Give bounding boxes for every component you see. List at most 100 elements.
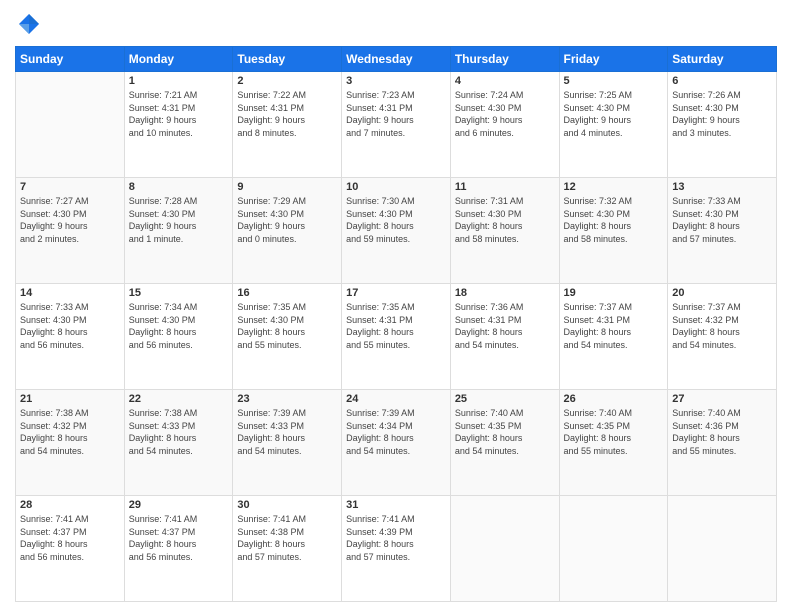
day-number: 26 bbox=[564, 393, 664, 405]
calendar-week-row-4: 21 Sunrise: 7:38 AM Sunset: 4:32 PM Dayli… bbox=[16, 390, 777, 496]
day-info: Sunrise: 7:33 AM Sunset: 4:30 PM Dayligh… bbox=[672, 195, 772, 245]
day-info: Sunrise: 7:35 AM Sunset: 4:30 PM Dayligh… bbox=[237, 301, 337, 351]
day-info: Sunrise: 7:21 AM Sunset: 4:31 PM Dayligh… bbox=[129, 89, 229, 139]
calendar-week-row-5: 28 Sunrise: 7:41 AM Sunset: 4:37 PM Dayli… bbox=[16, 496, 777, 602]
day-number: 7 bbox=[20, 181, 120, 193]
calendar-cell: 17Sunrise: 7:35 AM Sunset: 4:31 PM Dayli… bbox=[342, 284, 451, 390]
day-info: Sunrise: 7:39 AM Sunset: 4:33 PM Dayligh… bbox=[237, 407, 337, 457]
day-number: 27 bbox=[672, 393, 772, 405]
calendar-cell: 20 Sunrise: 7:37 AM Sunset: 4:32 PM Dayli… bbox=[668, 284, 777, 390]
calendar-cell: 15 Sunrise: 7:34 AM Sunset: 4:30 PM Dayli… bbox=[124, 284, 233, 390]
calendar-cell: 4 Sunrise: 7:24 AM Sunset: 4:30 PM Daylig… bbox=[450, 72, 559, 178]
day-number: 5 bbox=[564, 75, 664, 87]
weekday-header-tuesday: Tuesday bbox=[233, 47, 342, 72]
logo-icon bbox=[15, 10, 43, 38]
calendar-cell: 19Sunrise: 7:37 AM Sunset: 4:31 PM Dayli… bbox=[559, 284, 668, 390]
day-info: Sunrise: 7:22 AM Sunset: 4:31 PM Dayligh… bbox=[237, 89, 337, 139]
day-number: 2 bbox=[237, 75, 337, 87]
day-info: Sunrise: 7:37 AM Sunset: 4:32 PM Dayligh… bbox=[672, 301, 772, 351]
day-number: 15 bbox=[129, 287, 229, 299]
weekday-header-row: SundayMondayTuesdayWednesdayThursdayFrid… bbox=[16, 47, 777, 72]
day-info: Sunrise: 7:40 AM Sunset: 4:35 PM Dayligh… bbox=[564, 407, 664, 457]
day-number: 4 bbox=[455, 75, 555, 87]
weekday-header-friday: Friday bbox=[559, 47, 668, 72]
calendar-cell: 2 Sunrise: 7:22 AM Sunset: 4:31 PM Daylig… bbox=[233, 72, 342, 178]
day-number: 18 bbox=[455, 287, 555, 299]
calendar-cell: 1Sunrise: 7:21 AM Sunset: 4:31 PM Daylig… bbox=[124, 72, 233, 178]
calendar-cell: 9 Sunrise: 7:29 AM Sunset: 4:30 PM Daylig… bbox=[233, 178, 342, 284]
day-info: Sunrise: 7:41 AM Sunset: 4:39 PM Dayligh… bbox=[346, 513, 446, 563]
day-number: 6 bbox=[672, 75, 772, 87]
calendar-cell: 21 Sunrise: 7:38 AM Sunset: 4:32 PM Dayli… bbox=[16, 390, 125, 496]
logo bbox=[15, 10, 47, 38]
weekday-header-saturday: Saturday bbox=[668, 47, 777, 72]
calendar-week-row-2: 7 Sunrise: 7:27 AM Sunset: 4:30 PM Daylig… bbox=[16, 178, 777, 284]
calendar-cell: 5Sunrise: 7:25 AM Sunset: 4:30 PM Daylig… bbox=[559, 72, 668, 178]
day-number: 8 bbox=[129, 181, 229, 193]
day-number: 11 bbox=[455, 181, 555, 193]
day-number: 23 bbox=[237, 393, 337, 405]
day-info: Sunrise: 7:38 AM Sunset: 4:32 PM Dayligh… bbox=[20, 407, 120, 457]
day-info: Sunrise: 7:29 AM Sunset: 4:30 PM Dayligh… bbox=[237, 195, 337, 245]
calendar-cell: 7 Sunrise: 7:27 AM Sunset: 4:30 PM Daylig… bbox=[16, 178, 125, 284]
calendar-cell bbox=[668, 496, 777, 602]
day-info: Sunrise: 7:41 AM Sunset: 4:37 PM Dayligh… bbox=[20, 513, 120, 563]
day-info: Sunrise: 7:41 AM Sunset: 4:37 PM Dayligh… bbox=[129, 513, 229, 563]
day-info: Sunrise: 7:32 AM Sunset: 4:30 PM Dayligh… bbox=[564, 195, 664, 245]
weekday-header-sunday: Sunday bbox=[16, 47, 125, 72]
calendar-cell: 31Sunrise: 7:41 AM Sunset: 4:39 PM Dayli… bbox=[342, 496, 451, 602]
calendar-cell: 22 Sunrise: 7:38 AM Sunset: 4:33 PM Dayli… bbox=[124, 390, 233, 496]
day-number: 20 bbox=[672, 287, 772, 299]
calendar-cell: 23 Sunrise: 7:39 AM Sunset: 4:33 PM Dayli… bbox=[233, 390, 342, 496]
day-number: 25 bbox=[455, 393, 555, 405]
day-number: 28 bbox=[20, 499, 120, 511]
calendar-cell: 8 Sunrise: 7:28 AM Sunset: 4:30 PM Daylig… bbox=[124, 178, 233, 284]
calendar-cell: 10Sunrise: 7:30 AM Sunset: 4:30 PM Dayli… bbox=[342, 178, 451, 284]
calendar-cell: 24Sunrise: 7:39 AM Sunset: 4:34 PM Dayli… bbox=[342, 390, 451, 496]
calendar-cell: 16 Sunrise: 7:35 AM Sunset: 4:30 PM Dayli… bbox=[233, 284, 342, 390]
day-number: 21 bbox=[20, 393, 120, 405]
day-info: Sunrise: 7:23 AM Sunset: 4:31 PM Dayligh… bbox=[346, 89, 446, 139]
day-number: 19 bbox=[564, 287, 664, 299]
day-number: 22 bbox=[129, 393, 229, 405]
day-info: Sunrise: 7:30 AM Sunset: 4:30 PM Dayligh… bbox=[346, 195, 446, 245]
day-number: 13 bbox=[672, 181, 772, 193]
calendar-cell: 27 Sunrise: 7:40 AM Sunset: 4:36 PM Dayli… bbox=[668, 390, 777, 496]
calendar-cell: 25 Sunrise: 7:40 AM Sunset: 4:35 PM Dayli… bbox=[450, 390, 559, 496]
day-number: 30 bbox=[237, 499, 337, 511]
day-number: 9 bbox=[237, 181, 337, 193]
day-info: Sunrise: 7:41 AM Sunset: 4:38 PM Dayligh… bbox=[237, 513, 337, 563]
weekday-header-monday: Monday bbox=[124, 47, 233, 72]
calendar-cell: 28 Sunrise: 7:41 AM Sunset: 4:37 PM Dayli… bbox=[16, 496, 125, 602]
day-info: Sunrise: 7:36 AM Sunset: 4:31 PM Dayligh… bbox=[455, 301, 555, 351]
day-info: Sunrise: 7:24 AM Sunset: 4:30 PM Dayligh… bbox=[455, 89, 555, 139]
day-number: 14 bbox=[20, 287, 120, 299]
day-number: 24 bbox=[346, 393, 446, 405]
calendar-week-row-1: 1Sunrise: 7:21 AM Sunset: 4:31 PM Daylig… bbox=[16, 72, 777, 178]
weekday-header-wednesday: Wednesday bbox=[342, 47, 451, 72]
calendar-cell: 13 Sunrise: 7:33 AM Sunset: 4:30 PM Dayli… bbox=[668, 178, 777, 284]
day-info: Sunrise: 7:40 AM Sunset: 4:35 PM Dayligh… bbox=[455, 407, 555, 457]
day-info: Sunrise: 7:26 AM Sunset: 4:30 PM Dayligh… bbox=[672, 89, 772, 139]
day-info: Sunrise: 7:31 AM Sunset: 4:30 PM Dayligh… bbox=[455, 195, 555, 245]
calendar-cell: 14 Sunrise: 7:33 AM Sunset: 4:30 PM Dayli… bbox=[16, 284, 125, 390]
calendar-cell bbox=[450, 496, 559, 602]
day-info: Sunrise: 7:33 AM Sunset: 4:30 PM Dayligh… bbox=[20, 301, 120, 351]
calendar-cell: 12Sunrise: 7:32 AM Sunset: 4:30 PM Dayli… bbox=[559, 178, 668, 284]
calendar-cell bbox=[16, 72, 125, 178]
calendar-cell: 3Sunrise: 7:23 AM Sunset: 4:31 PM Daylig… bbox=[342, 72, 451, 178]
day-number: 17 bbox=[346, 287, 446, 299]
day-number: 16 bbox=[237, 287, 337, 299]
page: SundayMondayTuesdayWednesdayThursdayFrid… bbox=[0, 0, 792, 612]
header bbox=[15, 10, 777, 38]
calendar-table: SundayMondayTuesdayWednesdayThursdayFrid… bbox=[15, 46, 777, 602]
weekday-header-thursday: Thursday bbox=[450, 47, 559, 72]
day-info: Sunrise: 7:27 AM Sunset: 4:30 PM Dayligh… bbox=[20, 195, 120, 245]
day-info: Sunrise: 7:28 AM Sunset: 4:30 PM Dayligh… bbox=[129, 195, 229, 245]
day-info: Sunrise: 7:38 AM Sunset: 4:33 PM Dayligh… bbox=[129, 407, 229, 457]
calendar-cell: 26 Sunrise: 7:40 AM Sunset: 4:35 PM Dayli… bbox=[559, 390, 668, 496]
calendar-cell: 29Sunrise: 7:41 AM Sunset: 4:37 PM Dayli… bbox=[124, 496, 233, 602]
day-info: Sunrise: 7:40 AM Sunset: 4:36 PM Dayligh… bbox=[672, 407, 772, 457]
calendar-cell: 30 Sunrise: 7:41 AM Sunset: 4:38 PM Dayli… bbox=[233, 496, 342, 602]
day-info: Sunrise: 7:34 AM Sunset: 4:30 PM Dayligh… bbox=[129, 301, 229, 351]
